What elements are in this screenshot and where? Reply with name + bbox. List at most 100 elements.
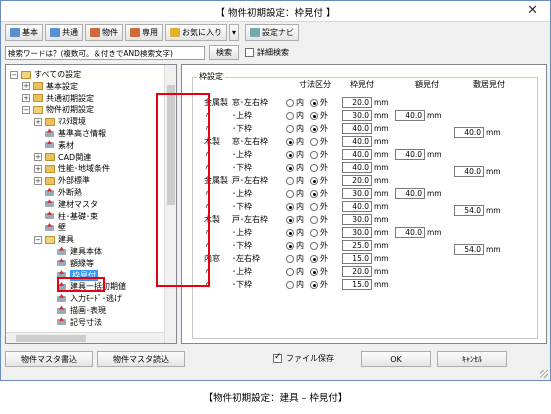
radio-inner[interactable] bbox=[286, 125, 294, 133]
radio-inner[interactable] bbox=[286, 112, 294, 120]
tree-node[interactable]: − すべての設定 bbox=[10, 69, 81, 80]
door-frame-input[interactable]: 40.0 bbox=[395, 110, 425, 121]
frame-input[interactable]: 30.0 bbox=[342, 214, 372, 225]
frame-input[interactable]: 40.0 bbox=[342, 162, 372, 173]
frame-input[interactable]: 20.0 bbox=[342, 97, 372, 108]
radio-outer[interactable] bbox=[310, 216, 318, 224]
tree-node[interactable]: 外断熱 bbox=[34, 187, 82, 198]
toolbar-button-1[interactable]: 共通 bbox=[45, 24, 83, 41]
tree-node[interactable]: 柱･基礎･束 bbox=[34, 211, 98, 222]
detail-search-checkbox[interactable] bbox=[245, 48, 254, 57]
tree-node[interactable]: + CAD関連 bbox=[34, 152, 91, 163]
unit-label: mm bbox=[374, 137, 389, 146]
toolbar: 基本 共通 物件 専用 お気に入り ▾ 設定ナビ bbox=[5, 24, 300, 42]
radio-inner[interactable] bbox=[286, 281, 294, 289]
tree-node[interactable]: 入力ﾓｰﾄﾞ･逃げ bbox=[46, 293, 122, 304]
tree-node[interactable]: + 性能･地域条件 bbox=[34, 163, 110, 174]
radio-outer[interactable] bbox=[310, 177, 318, 185]
tree-node[interactable]: 素材 bbox=[34, 140, 74, 151]
radio-inner[interactable] bbox=[286, 242, 294, 250]
radio-inner[interactable] bbox=[286, 255, 294, 263]
toolbar-button-2[interactable]: 物件 bbox=[85, 24, 123, 41]
frame-input[interactable]: 40.0 bbox=[342, 201, 372, 212]
tree-node-label: ﾏｽﾀ環境 bbox=[58, 117, 86, 127]
radio-inner[interactable] bbox=[286, 151, 294, 159]
radio-inner[interactable] bbox=[286, 99, 294, 107]
radio-outer[interactable] bbox=[310, 255, 318, 263]
search-input[interactable]: 検索ワードは？(複数可。＆付きでAND検索文字) bbox=[5, 45, 205, 60]
radio-inner[interactable] bbox=[286, 203, 294, 211]
frame-input[interactable]: 15.0 bbox=[342, 253, 372, 264]
door-frame-input[interactable]: 40.0 bbox=[395, 188, 425, 199]
frame-input[interactable]: 20.0 bbox=[342, 266, 372, 277]
radio-inner[interactable] bbox=[286, 229, 294, 237]
tree-horizontal-scrollbar[interactable] bbox=[6, 332, 164, 343]
expand-icon[interactable]: + bbox=[22, 94, 30, 103]
toolbar-button-3[interactable]: 専用 bbox=[125, 24, 163, 41]
radio-outer[interactable] bbox=[310, 190, 318, 198]
tree-node[interactable]: 建材マスタ bbox=[34, 199, 98, 210]
radio-outer[interactable] bbox=[310, 229, 318, 237]
radio-outer[interactable] bbox=[310, 203, 318, 211]
expand-icon[interactable]: + bbox=[34, 153, 42, 162]
cancel-button[interactable]: ｷｬﾝｾﾙ bbox=[437, 351, 507, 367]
search-button[interactable]: 検索 bbox=[209, 45, 239, 60]
frame-input[interactable]: 40.0 bbox=[342, 149, 372, 160]
frame-input[interactable]: 30.0 bbox=[342, 188, 372, 199]
unit-label: mm bbox=[427, 189, 442, 198]
radio-inner[interactable] bbox=[286, 190, 294, 198]
collapse-icon[interactable]: − bbox=[34, 235, 42, 244]
tree-node[interactable]: 建具本体 bbox=[46, 246, 102, 257]
collapse-icon[interactable]: − bbox=[22, 105, 30, 114]
frame-input[interactable]: 30.0 bbox=[342, 227, 372, 238]
radio-outer[interactable] bbox=[310, 281, 318, 289]
master-read-button[interactable]: 物件マスタ読込 bbox=[97, 351, 185, 367]
frame-input[interactable]: 15.0 bbox=[342, 279, 372, 290]
radio-outer[interactable] bbox=[310, 242, 318, 250]
frame-input[interactable]: 40.0 bbox=[342, 136, 372, 147]
frame-input[interactable]: 30.0 bbox=[342, 110, 372, 121]
tree-node[interactable]: − 物件初期設定 bbox=[22, 104, 94, 115]
tree-node[interactable]: 壁 bbox=[34, 222, 66, 233]
expand-icon[interactable]: + bbox=[22, 82, 30, 91]
radio-inner[interactable] bbox=[286, 138, 294, 146]
tree-node[interactable]: + ﾏｽﾀ環境 bbox=[34, 116, 86, 127]
radio-inner[interactable] bbox=[286, 268, 294, 276]
radio-outer[interactable] bbox=[310, 99, 318, 107]
resize-grip[interactable] bbox=[540, 370, 548, 378]
radio-inner[interactable] bbox=[286, 216, 294, 224]
door-frame-input[interactable]: 40.0 bbox=[395, 227, 425, 238]
ok-button[interactable]: OK bbox=[361, 351, 431, 367]
radio-inner[interactable] bbox=[286, 177, 294, 185]
tree-node[interactable]: 額縁等 bbox=[46, 258, 94, 269]
radio-inner[interactable] bbox=[286, 164, 294, 172]
toolbar-button-5[interactable]: ▾ bbox=[229, 24, 240, 41]
close-icon[interactable]: ✕ bbox=[527, 3, 538, 18]
radio-outer[interactable] bbox=[310, 138, 318, 146]
collapse-icon[interactable]: − bbox=[10, 70, 18, 79]
master-write-button[interactable]: 物件マスタ書込 bbox=[5, 351, 93, 367]
tree-node[interactable]: + 基本設定 bbox=[22, 81, 78, 92]
radio-outer[interactable] bbox=[310, 151, 318, 159]
radio-outer[interactable] bbox=[310, 112, 318, 120]
tree-node[interactable]: 描画･表現 bbox=[46, 305, 106, 316]
expand-icon[interactable]: + bbox=[34, 117, 42, 126]
door-frame-input[interactable]: 40.0 bbox=[395, 149, 425, 160]
radio-outer[interactable] bbox=[310, 125, 318, 133]
toolbar-button-4[interactable]: お気に入り bbox=[165, 24, 227, 41]
toolbar-button-0[interactable]: 基本 bbox=[5, 24, 43, 41]
expand-icon[interactable]: + bbox=[34, 164, 42, 173]
frame-input[interactable]: 20.0 bbox=[342, 175, 372, 186]
tree-node[interactable]: 記号寸法 bbox=[46, 317, 102, 328]
radio-outer[interactable] bbox=[310, 268, 318, 276]
tree-node[interactable]: + 共通初期設定 bbox=[22, 93, 94, 104]
frame-input[interactable]: 25.0 bbox=[342, 240, 372, 251]
frame-input[interactable]: 40.0 bbox=[342, 123, 372, 134]
tree-node[interactable]: + 外部標準 bbox=[34, 175, 90, 186]
expand-icon[interactable]: + bbox=[34, 176, 42, 185]
file-save-checkbox[interactable] bbox=[273, 352, 282, 363]
radio-outer[interactable] bbox=[310, 164, 318, 172]
toolbar-button-6[interactable]: 設定ナビ bbox=[245, 24, 300, 41]
tree-node[interactable]: 基準高さ情報 bbox=[34, 128, 106, 139]
tree-node[interactable]: − 建具 bbox=[34, 234, 74, 245]
